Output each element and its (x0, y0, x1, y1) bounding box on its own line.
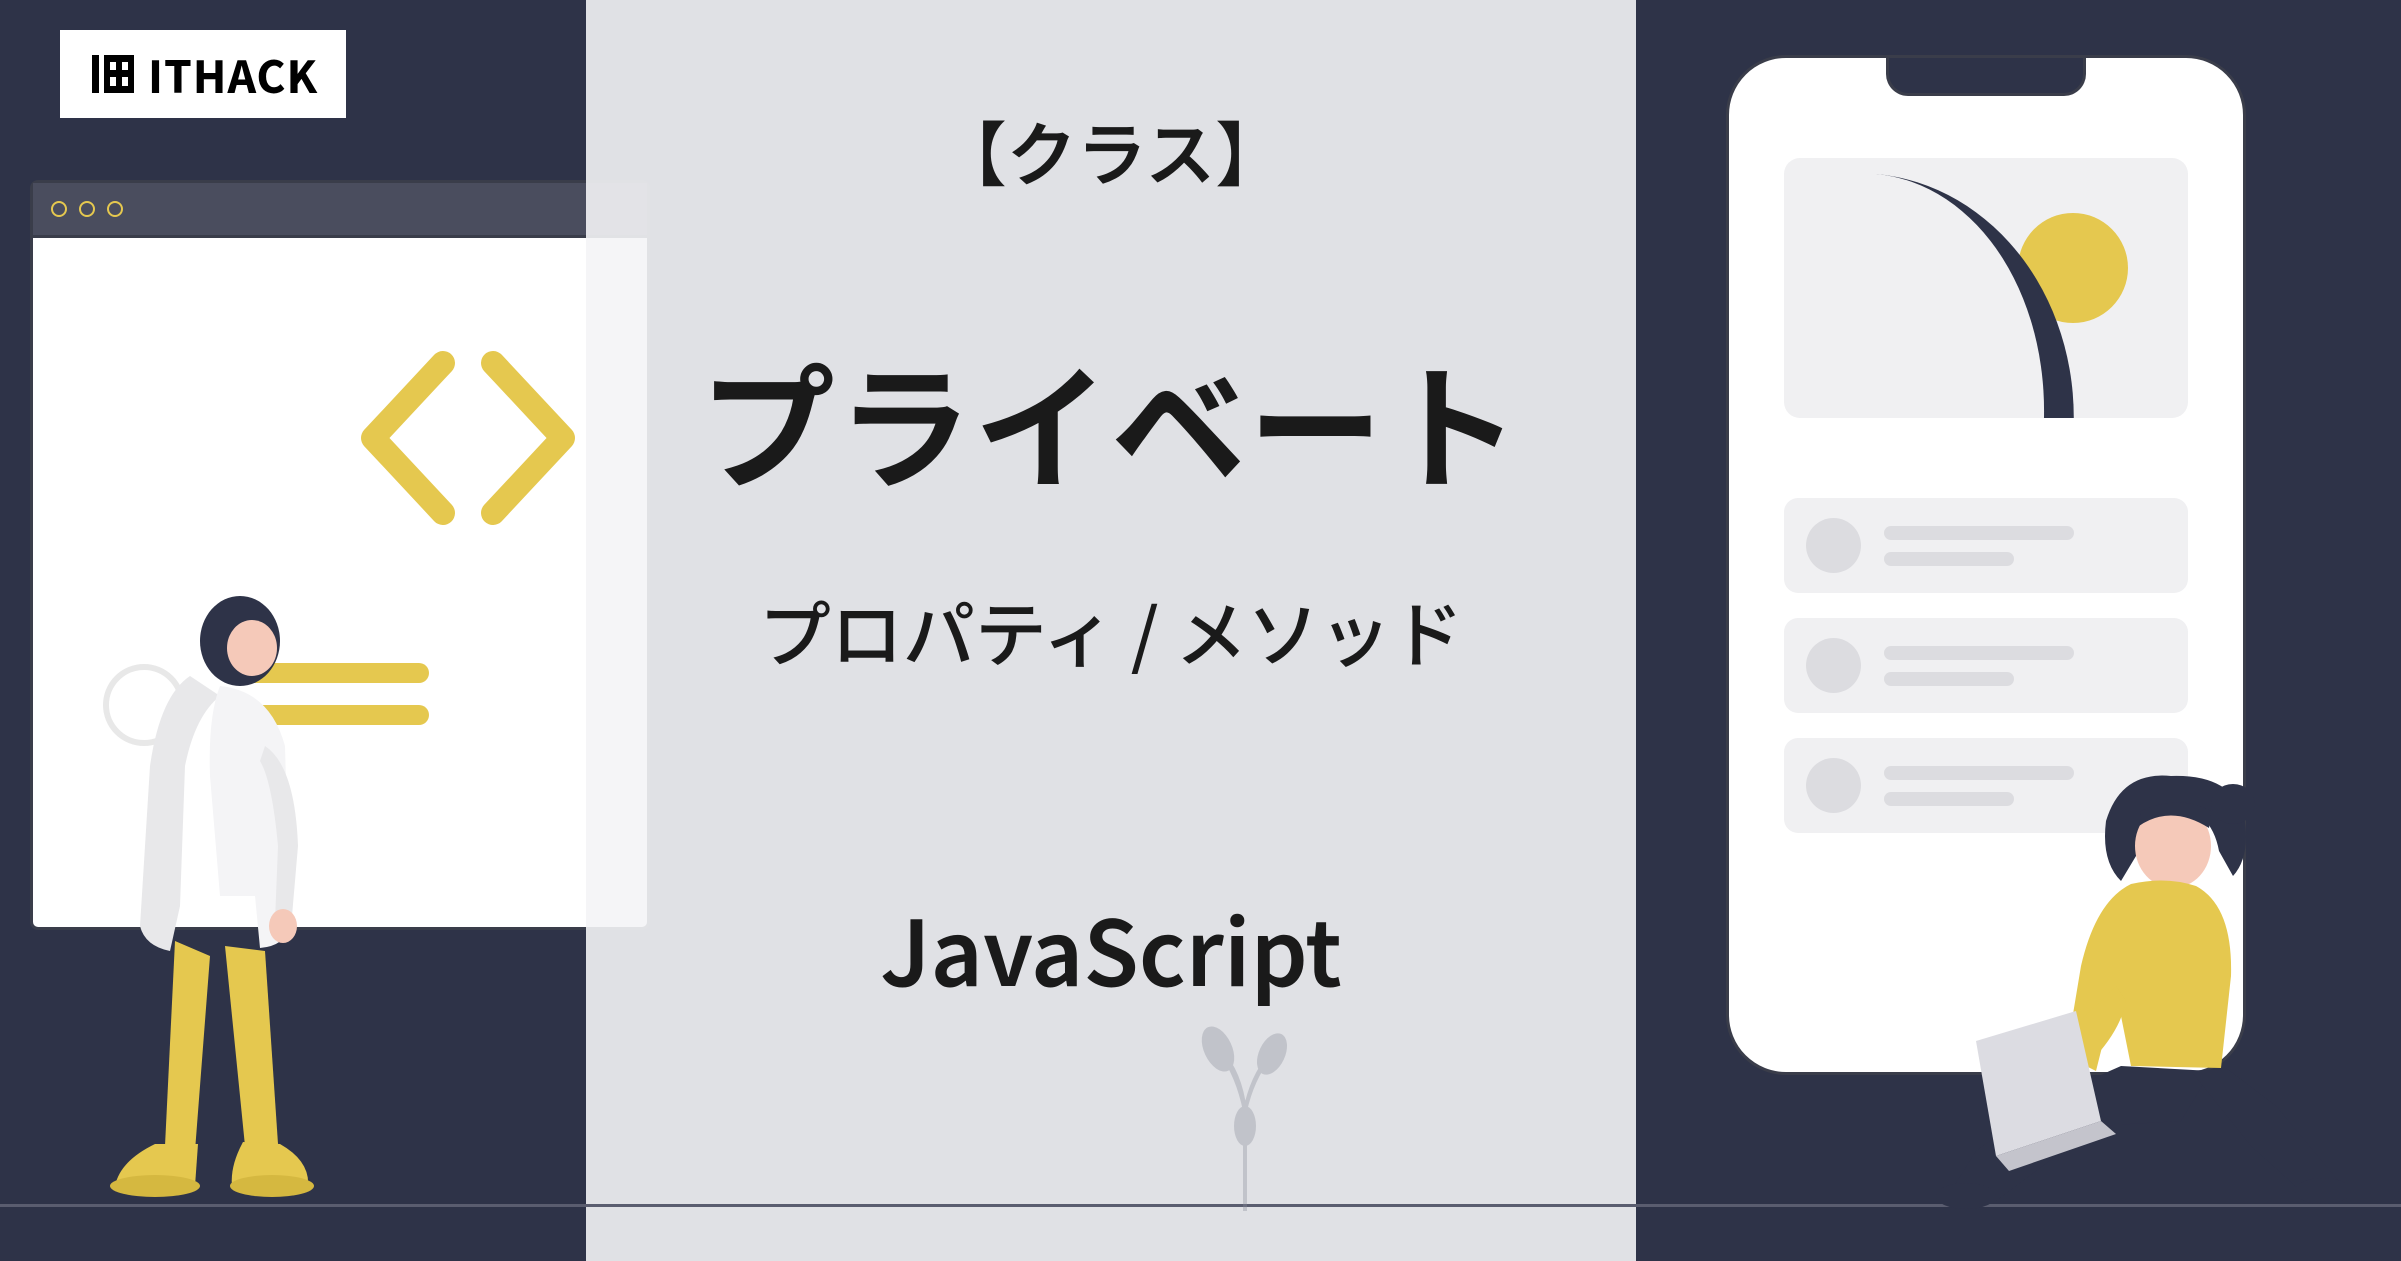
phone-hero-image (1784, 158, 2188, 418)
subtitle: プロパティ / メソッド (759, 577, 1463, 682)
logo-text: ITHACK (148, 42, 318, 106)
category-tag: 【クラス】 (937, 100, 1286, 201)
ithack-logo-icon (88, 49, 138, 99)
code-brackets-icon (353, 343, 583, 533)
window-dot-icon (107, 201, 123, 217)
window-dot-icon (79, 201, 95, 217)
logo-badge: ITHACK (60, 30, 346, 118)
browser-titlebar (33, 183, 647, 238)
person-standing-illustration (60, 586, 330, 1226)
phone-list-item (1784, 618, 2188, 713)
main-title: プライベート (700, 321, 1522, 517)
person-sitting-illustration (1921, 756, 2371, 1226)
language-label: JavaScript (880, 882, 1342, 1012)
phone-list-item (1784, 498, 2188, 593)
phone-notch (1886, 58, 2086, 96)
window-dot-icon (51, 201, 67, 217)
main-text-content: 【クラス】 プライベート プロパティ / メソッド JavaScript (586, 0, 1636, 1261)
